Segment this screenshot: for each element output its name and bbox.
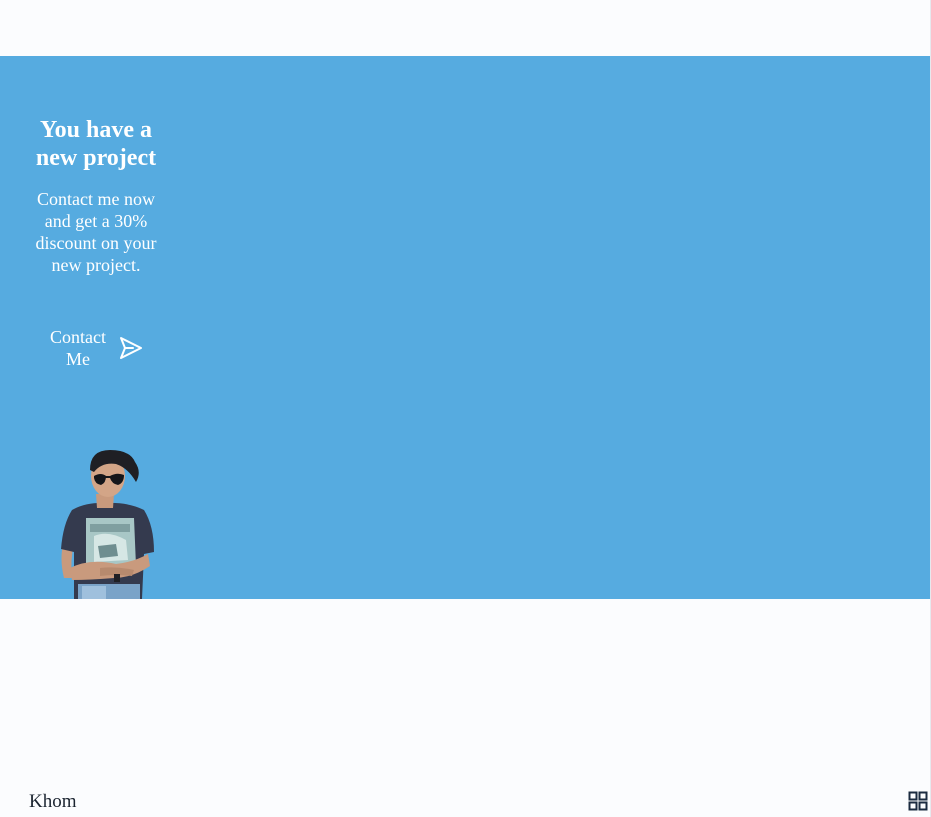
- banner-title: You have a new project: [35, 117, 157, 171]
- banner-content: You have a new project Contact me now an…: [24, 116, 168, 276]
- page: You have a new project Contact me now an…: [0, 0, 931, 817]
- footer-brand[interactable]: Khom: [29, 790, 77, 814]
- grid-icon: [907, 791, 929, 815]
- contact-me-button[interactable]: Contact Me: [38, 324, 158, 372]
- grid-menu-button[interactable]: [907, 790, 929, 812]
- banner-description: Contact me now and get a 30% discount on…: [35, 189, 157, 275]
- contact-banner: You have a new project Contact me now an…: [0, 56, 930, 599]
- person-photo: [56, 448, 160, 599]
- contact-me-label: Contact Me: [50, 327, 106, 369]
- send-icon: [118, 335, 144, 361]
